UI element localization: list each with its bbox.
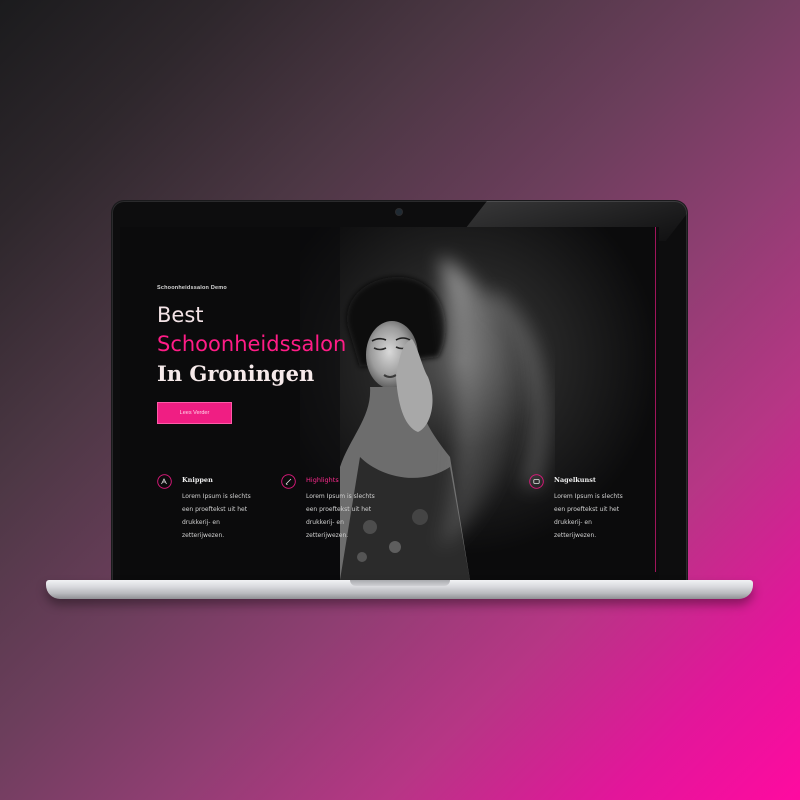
hero-title-line-3: In Groningen xyxy=(157,361,315,386)
hair-icon xyxy=(157,474,172,489)
laptop-screen: Schoonheidssalon Demo Best Schoonheidssa… xyxy=(120,227,659,580)
brand-name[interactable]: Schoonheidssalon Demo xyxy=(157,285,227,291)
feature-title: Knippen xyxy=(182,476,213,484)
feature-text: Lorem Ipsum is slechts een proeftekst ui… xyxy=(306,493,375,539)
feature-title: Nagelkunst xyxy=(554,476,596,484)
feature-text: Lorem Ipsum is slechts een proeftekst ui… xyxy=(554,493,623,539)
hero-title-line-1: Best xyxy=(157,303,204,327)
feature-title: Highlights xyxy=(306,476,339,484)
accent-divider-line xyxy=(655,227,656,572)
hero-title-line-2: Schoonheidssalon xyxy=(157,332,347,356)
feature-text: Lorem Ipsum is slechts een proeftekst ui… xyxy=(182,493,251,539)
brush-icon xyxy=(281,474,296,489)
read-more-button[interactable]: Lees Verder xyxy=(157,402,232,424)
laptop-base-notch xyxy=(350,580,450,586)
webcam-icon xyxy=(396,209,402,215)
nail-icon xyxy=(529,474,544,489)
